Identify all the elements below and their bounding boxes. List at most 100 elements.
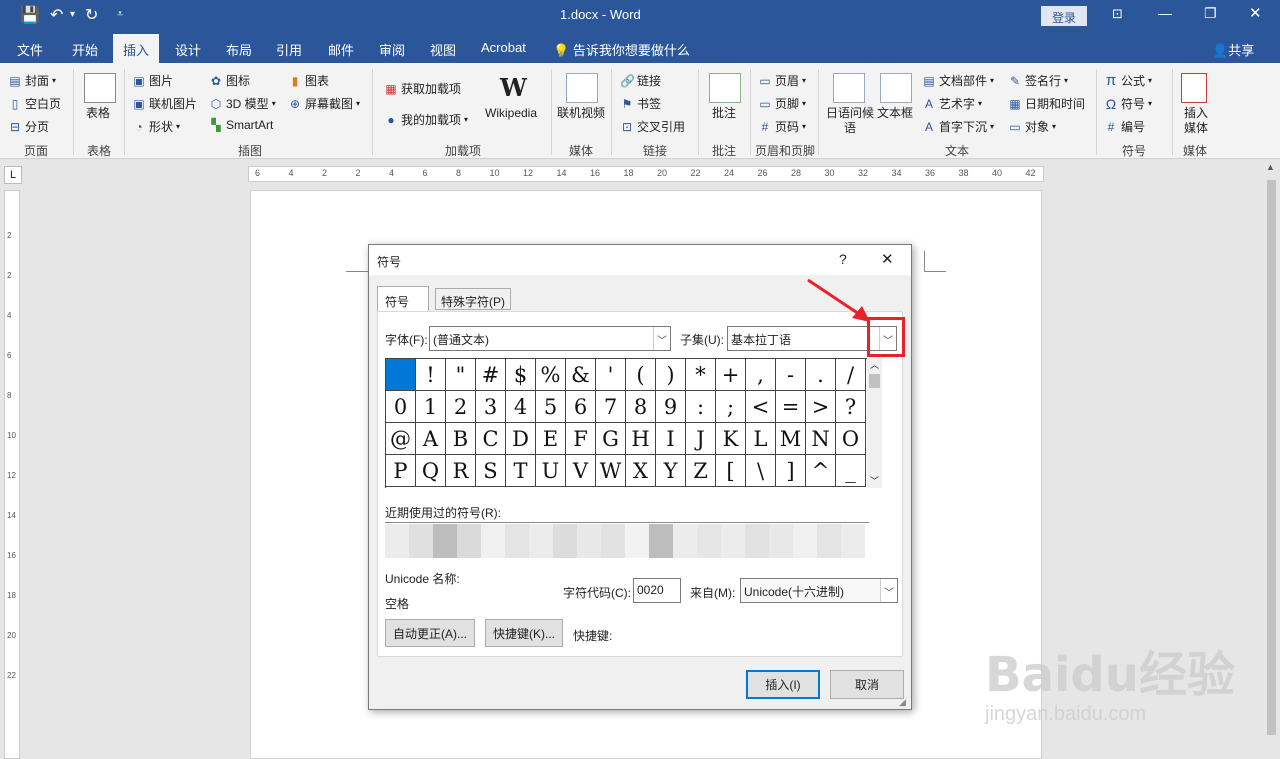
symbol-cell[interactable]: ( bbox=[626, 359, 656, 391]
symbol-cell[interactable]: \ bbox=[746, 455, 776, 487]
cross-reference-button[interactable]: ⊡ 交叉引用 bbox=[620, 118, 685, 135]
tab-special-characters[interactable]: 特殊字符(P) bbox=[435, 288, 511, 310]
drop-cap-button[interactable]: A 首字下沉 ▾ bbox=[922, 118, 994, 135]
number-button[interactable]: # 编号 bbox=[1104, 118, 1145, 135]
symbol-cell[interactable]: N bbox=[806, 423, 836, 455]
table-icon[interactable] bbox=[84, 73, 116, 103]
recent-symbol-cell[interactable] bbox=[457, 524, 481, 558]
char-code-input[interactable]: 0020 bbox=[633, 578, 681, 603]
wikipedia-icon[interactable]: W bbox=[500, 73, 527, 102]
recent-symbol-cell[interactable] bbox=[673, 524, 697, 558]
symbol-cell[interactable]: & bbox=[566, 359, 596, 391]
vertical-scrollbar[interactable]: ▲ bbox=[1263, 160, 1280, 759]
object-button[interactable]: ▭ 对象 ▾ bbox=[1008, 118, 1056, 135]
recent-symbol-cell[interactable] bbox=[601, 524, 625, 558]
get-addins-button[interactable]: ▦ 获取加载项 bbox=[384, 80, 461, 97]
ribbon-display-icon[interactable]: ⊡ bbox=[1112, 6, 1123, 22]
tab-selector[interactable]: L bbox=[4, 166, 22, 184]
customize-qat-icon[interactable]: ⩡ bbox=[117, 8, 123, 21]
symbol-cell[interactable]: B bbox=[446, 423, 476, 455]
symbol-cell[interactable]: S bbox=[476, 455, 506, 487]
signature-line-button[interactable]: ✎ 签名行 ▾ bbox=[1008, 72, 1068, 89]
autocorrect-button[interactable]: 自动更正(A)... bbox=[385, 619, 475, 647]
recent-symbol-cell[interactable] bbox=[385, 524, 409, 558]
scroll-thumb[interactable] bbox=[1267, 180, 1276, 735]
login-button[interactable]: 登录 bbox=[1041, 6, 1087, 26]
help-button[interactable]: ? bbox=[839, 251, 847, 267]
share-button[interactable]: 👤共享 bbox=[1212, 40, 1254, 59]
page-number-button[interactable]: # 页码 ▾ bbox=[758, 118, 806, 135]
recent-symbol-cell[interactable] bbox=[769, 524, 793, 558]
wordart-button[interactable]: A 艺术字 ▾ bbox=[922, 95, 982, 112]
recent-symbol-cell[interactable] bbox=[745, 524, 769, 558]
symbol-cell[interactable]: + bbox=[716, 359, 746, 391]
recent-symbol-cell[interactable] bbox=[649, 524, 673, 558]
symbol-cell[interactable]: * bbox=[686, 359, 716, 391]
online-video-label[interactable]: 联机视频 bbox=[557, 106, 605, 121]
chart-button[interactable]: ▮ 图表 bbox=[288, 72, 329, 89]
shortcut-key-button[interactable]: 快捷键(K)... bbox=[485, 619, 563, 647]
header-button[interactable]: ▭ 页眉 ▾ bbox=[758, 72, 806, 89]
close-icon[interactable]: ✕ bbox=[1249, 4, 1262, 22]
symbol-cell[interactable]: G bbox=[596, 423, 626, 455]
symbol-button[interactable]: Ω 符号 ▾ bbox=[1104, 95, 1152, 112]
scroll-up-icon[interactable]: ▲ bbox=[1266, 162, 1275, 172]
insert-button[interactable]: 插入(I) bbox=[746, 670, 820, 699]
footer-button[interactable]: ▭ 页脚 ▾ bbox=[758, 95, 806, 112]
symbol-cell[interactable]: ' bbox=[596, 359, 626, 391]
tab-review[interactable]: 审阅 bbox=[379, 40, 405, 59]
symbol-cell[interactable]: 9 bbox=[656, 391, 686, 423]
equation-button[interactable]: π 公式 ▾ bbox=[1104, 72, 1152, 89]
symbol-cell[interactable]: ) bbox=[656, 359, 686, 391]
restore-icon[interactable]: ❐ bbox=[1204, 5, 1217, 22]
grid-scrollbar[interactable]: ︿ ﹀ bbox=[867, 358, 882, 488]
symbol-cell[interactable]: M bbox=[776, 423, 806, 455]
scroll-down-icon[interactable]: ﹀ bbox=[870, 474, 879, 487]
shapes-button[interactable]: ◔ 形状 ▾ bbox=[132, 118, 180, 135]
symbol-cell[interactable]: ; bbox=[716, 391, 746, 423]
tab-home[interactable]: 开始 bbox=[72, 40, 98, 59]
screenshot-button[interactable]: ⊕ 屏幕截图 ▾ bbox=[288, 95, 360, 112]
symbol-cell[interactable]: P bbox=[386, 455, 416, 487]
symbol-cell[interactable]: 2 bbox=[446, 391, 476, 423]
icons-button[interactable]: ✿ 图标 bbox=[209, 72, 250, 89]
recent-symbol-cell[interactable] bbox=[409, 524, 433, 558]
symbol-cell[interactable]: . bbox=[806, 359, 836, 391]
tab-view[interactable]: 视图 bbox=[430, 40, 456, 59]
symbol-cell[interactable]: I bbox=[656, 423, 686, 455]
resize-grip-icon[interactable]: ◢ bbox=[899, 697, 906, 708]
online-pictures-button[interactable]: ▣ 联机图片 bbox=[132, 95, 197, 112]
smartart-button[interactable]: ▚ SmartArt bbox=[209, 118, 273, 132]
symbol-cell[interactable]: C bbox=[476, 423, 506, 455]
recent-symbol-cell[interactable] bbox=[577, 524, 601, 558]
symbol-cell[interactable]: J bbox=[686, 423, 716, 455]
horizontal-ruler[interactable]: 6 4 2 2 4 6 8 10 12 14 16 18 20 22 24 26 28 30 32 34 36 38 40 4… bbox=[248, 166, 1044, 182]
symbol-cell[interactable]: A bbox=[416, 423, 446, 455]
blank-page-button[interactable]: ▯ 空白页 bbox=[8, 95, 61, 112]
recent-symbol-cell[interactable] bbox=[721, 524, 745, 558]
bookmark-button[interactable]: ⚑ 书签 bbox=[620, 95, 661, 112]
recent-symbol-cell[interactable] bbox=[529, 524, 553, 558]
from-select[interactable]: Unicode(十六进制) ﹀ bbox=[740, 578, 898, 603]
link-button[interactable]: 🔗 链接 bbox=[620, 72, 661, 89]
scroll-up-icon[interactable]: ︿ bbox=[870, 358, 879, 371]
minimize-icon[interactable]: — bbox=[1158, 5, 1172, 21]
undo-dropdown-icon[interactable]: ▾ bbox=[70, 9, 75, 20]
symbol-grid[interactable]: ! " # $% & '() * +, -./ 0 1 2 3 4 5 6 7 8 9:; < = >? @ A B C D E F G H… bbox=[385, 358, 867, 488]
tab-file[interactable]: 文件 bbox=[17, 40, 43, 59]
symbol-cell[interactable]: = bbox=[776, 391, 806, 423]
chevron-down-icon[interactable]: ﹀ bbox=[880, 579, 897, 602]
tab-acrobat[interactable]: Acrobat bbox=[481, 40, 526, 55]
symbol-cell[interactable]: Y bbox=[656, 455, 686, 487]
undo-icon[interactable]: ↶ bbox=[50, 5, 63, 25]
symbol-cell[interactable]: - bbox=[776, 359, 806, 391]
symbol-cell[interactable]: < bbox=[746, 391, 776, 423]
symbol-cell[interactable]: ^ bbox=[806, 455, 836, 487]
symbol-cell[interactable]: > bbox=[806, 391, 836, 423]
symbol-cell[interactable]: ! bbox=[416, 359, 446, 391]
tab-references[interactable]: 引用 bbox=[276, 40, 302, 59]
date-time-button[interactable]: ▦ 日期和时间 bbox=[1008, 95, 1085, 112]
recent-symbol-cell[interactable] bbox=[433, 524, 457, 558]
tab-mailings[interactable]: 邮件 bbox=[328, 40, 354, 59]
symbol-cell[interactable]: _ bbox=[836, 455, 866, 487]
